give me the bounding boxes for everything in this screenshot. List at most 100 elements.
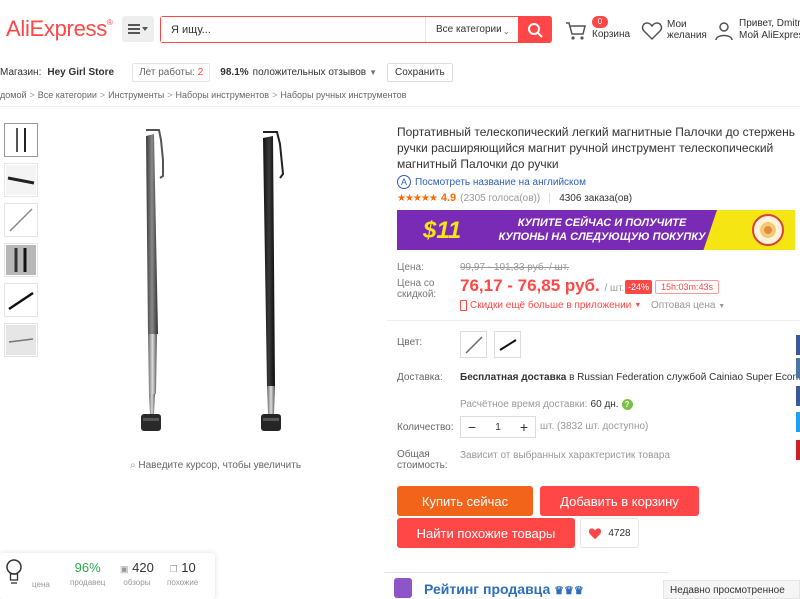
search-input[interactable] [161, 17, 425, 42]
copy-icon: ❐ [169, 564, 178, 574]
share-facebook-button[interactable] [796, 335, 800, 355]
rating-stars: ★★★★★ [397, 192, 438, 204]
wholesale-price-link[interactable]: Оптовая цена ▼ [651, 300, 725, 311]
thumbnail-2[interactable] [4, 163, 38, 197]
thumbnail-4[interactable] [4, 243, 38, 277]
breadcrumb: домой > Все категории > Инструменты > Наборы и… [0, 90, 407, 100]
heart-icon [589, 527, 602, 539]
divider [0, 106, 800, 107]
rating-score: 4.9 [440, 192, 457, 204]
old-price-label: Цена: [397, 262, 424, 273]
seller-rating-title: Рейтинг продавца ♛♛♛ [424, 581, 584, 597]
votes-count[interactable]: (2305 голоса(ов)) [460, 193, 540, 204]
shopping-bag-icon [394, 578, 412, 598]
recently-viewed-panel[interactable]: Недавно просмотренное [663, 580, 800, 599]
seller-label: продавец [70, 578, 106, 587]
quantity-decrease-button[interactable]: − [461, 417, 483, 437]
store-bar: Магазин: Hey Girl Store Лет работы: 2 98… [0, 60, 800, 85]
chevron-down-icon: ▼ [634, 302, 642, 309]
thumbnail-3[interactable] [4, 203, 38, 237]
orders-count: 4306 заказа(ов) [559, 192, 633, 204]
magnifier-icon: ⌕ [130, 460, 136, 471]
total-price-value: Зависит от выбранных характеристик товар… [460, 450, 670, 461]
app-discount-link[interactable]: Скидки ещё больше в приложении ▼ [460, 300, 641, 311]
store-years: Лет работы: 2 [132, 63, 211, 82]
quick-stats-card: цена 96% продавец ▣ 420 обзоры ❐ 10 похо… [0, 553, 215, 599]
thumbnail-list [4, 123, 40, 363]
cart-link[interactable]: 0 Корзина [565, 16, 635, 44]
share-vk-button[interactable] [796, 358, 800, 378]
total-price-label: Общая стоимость: [397, 449, 448, 471]
account-link[interactable]: Привет, Dmitry Мой AliExpress [714, 18, 800, 44]
stock-available: шт. (3832 шт. доступно) [540, 421, 649, 432]
find-similar-button[interactable]: Найти похожие товары [397, 518, 575, 548]
search-icon [528, 22, 543, 37]
menu-icon [128, 24, 140, 34]
user-icon [715, 22, 733, 41]
translate-title-link[interactable]: A Посмотреть название на английском [397, 175, 586, 189]
thumbnail-6[interactable] [4, 323, 38, 357]
promo-text: КУПИТЕ СЕЙЧАС И ПОЛУЧИТЕ КУПОНЫ НА СЛЕДУ… [498, 217, 706, 243]
product-image [141, 129, 285, 431]
similar-label: похожие [167, 578, 199, 587]
lightbulb-icon [6, 559, 22, 584]
discount-price-label: Цена со скидкой: [397, 278, 437, 300]
color-label: Цвет: [397, 337, 423, 348]
breadcrumb-all-categories[interactable]: Все категории [38, 90, 97, 100]
help-icon[interactable]: ? [621, 399, 633, 410]
quantity-label: Количество: [397, 422, 454, 433]
account-label: Мой AliExpress [739, 30, 800, 41]
similar-stat[interactable]: ❐ 10 похожие [167, 560, 198, 587]
cart-icon [566, 22, 586, 40]
breadcrumb-home[interactable]: домой [0, 90, 26, 100]
chevron-down-icon[interactable]: ▼ [369, 68, 377, 77]
thumbnail-1[interactable] [4, 123, 38, 157]
seller-stat[interactable]: 96% продавец [70, 560, 105, 587]
reviews-stat[interactable]: ▣ 420 обзоры [120, 560, 154, 587]
category-select[interactable]: Все категории ⌄ [425, 17, 518, 42]
promo-seal-icon [752, 214, 784, 246]
mobile-icon [460, 300, 467, 311]
quantity-increase-button[interactable]: + [513, 417, 535, 437]
product-main-image[interactable] [45, 118, 380, 458]
breadcrumb-tool-sets[interactable]: Наборы инструментов [176, 90, 270, 100]
category-menu-button[interactable] [122, 16, 154, 42]
breadcrumb-hand-tool-sets[interactable]: Наборы ручных инструментов [280, 90, 406, 100]
chevron-down-icon: ⌄ [502, 26, 510, 36]
share-pinterest-button[interactable] [796, 440, 800, 460]
thumbnail-5[interactable] [4, 283, 38, 317]
product-rating: ★★★★★ 4.9 (2305 голоса(ов)) 4306 заказа(… [397, 192, 632, 204]
feedback-label[interactable]: положительных отзывов [253, 67, 366, 78]
feedback-percent: 98.1% [220, 67, 249, 78]
add-to-wishlist-button[interactable]: 4728 [580, 518, 639, 548]
quantity-stepper: − 1 + [460, 416, 536, 438]
wishlist-link[interactable]: Мои желания [641, 18, 711, 44]
color-option-black[interactable] [494, 331, 521, 358]
search-button[interactable] [518, 16, 552, 43]
store-name[interactable]: Hey Girl Store [47, 67, 114, 78]
share-ok-button[interactable] [796, 386, 800, 406]
add-to-cart-button[interactable]: Добавить в корзину [540, 486, 699, 516]
chevron-down-icon [142, 27, 148, 31]
translate-icon: A [397, 175, 411, 189]
wishlist-label: Мои желания [667, 19, 707, 41]
promo-amount: $11 [423, 217, 462, 244]
share-twitter-button[interactable] [796, 412, 800, 432]
buy-now-button[interactable]: Купить сейчас [397, 486, 533, 516]
save-store-button[interactable]: Сохранить [387, 63, 453, 82]
seller-rating-section: Рейтинг продавца ♛♛♛ [384, 572, 668, 599]
shipping-label: Доставка: [397, 372, 443, 383]
shipping-method[interactable]: Бесплатная доставка в Russian Federation… [460, 372, 800, 383]
heart-icon [641, 22, 663, 41]
current-price: 76,17 - 76,85 руб. / шт. [460, 276, 625, 295]
aliexpress-logo[interactable]: AliExpress® [6, 16, 113, 42]
breadcrumb-tools[interactable]: Инструменты [108, 90, 164, 100]
coupon-promo-banner[interactable]: $11 КУПИТЕ СЕЙЧАС И ПОЛУЧИТЕ КУПОНЫ НА С… [397, 210, 795, 250]
divider [387, 320, 800, 321]
countdown-timer: 15h:03m:43s [655, 280, 720, 294]
price-stat[interactable] [4, 557, 24, 590]
quantity-input[interactable]: 1 [483, 422, 513, 433]
cart-label: Корзина [592, 29, 631, 40]
similar-count: ❐ 10 [169, 560, 196, 575]
color-option-silver[interactable] [460, 331, 487, 358]
